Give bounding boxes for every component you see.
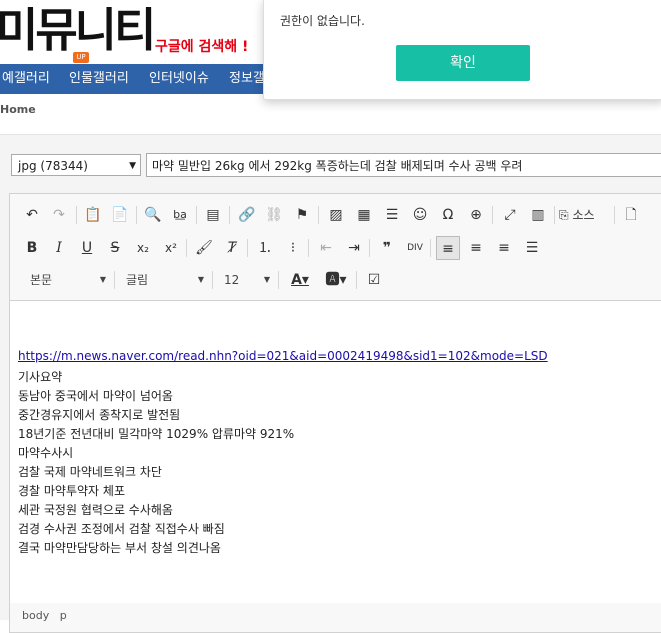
globe-icon[interactable]: ⊕ [464,203,488,227]
bg-color-icon[interactable]: 🅰▾ [320,268,352,292]
chevron-down-icon: ▼ [99,275,106,284]
source-label: 소스 [572,208,595,222]
site-slogan: 구글에 검색해 ! [155,39,249,55]
blockquote-icon[interactable]: ❞ [375,236,399,260]
alert-dialog: 권한이 없습니다. 확인 [263,0,661,100]
content-line: 기사요약 [18,370,63,384]
paste-text-icon[interactable]: 📄 [108,203,132,227]
indent-icon[interactable]: ⇥ [342,236,366,260]
chevron-down-icon: ▼ [129,161,136,171]
nav-item-internet-issue[interactable]: 인터넷이슈 [149,64,209,94]
find-icon[interactable]: 🔍 [141,203,165,227]
toolbar-separator [492,206,493,224]
toolbar-separator [136,206,137,224]
align-center-icon[interactable]: ≡ [464,236,488,260]
element-path-body[interactable]: body [22,609,49,622]
font-combo[interactable]: 글림 ▼ [120,268,206,292]
content-line: 중간경유지에서 종착지로 발전됨 [18,408,181,422]
title-input[interactable]: 마약 밀반입 26kg 에서 292kg 폭증하는데 검찰 배제되며 수사 공백… [146,153,661,177]
nav-item-info-gallery[interactable]: 정보갤 [229,64,265,94]
superscript-icon[interactable]: x² [159,236,183,260]
content-line: 동남아 중국에서 마약이 넘어옴 [18,389,173,403]
numbered-list-icon[interactable]: ⒈ [253,236,277,260]
outdent-icon[interactable]: ⇤ [314,236,338,260]
breadcrumb[interactable]: Home [0,103,36,116]
type-select[interactable]: jpg (78344) ▼ [11,154,141,176]
show-blocks-icon[interactable]: ▥ [526,203,550,227]
div-icon[interactable]: DIV [403,236,427,260]
replace-icon[interactable]: b͟a [168,203,192,227]
editor-content[interactable]: https://m.news.naver.com/read.nhn?oid=02… [10,300,661,603]
font-combo-value: 글림 [126,273,149,287]
toolbar-separator [247,239,248,257]
copy-format-icon[interactable]: 🖌 [192,236,216,260]
toolbar-separator [212,271,213,289]
size-combo-value: 12 [224,273,240,287]
bulleted-list-icon[interactable]: ⁝ [281,236,305,260]
chevron-down-icon: ▼ [263,275,270,284]
source-button[interactable]: ⎘ 소스 [559,203,609,227]
element-path: body p [22,609,67,622]
toolbar-separator [614,206,615,224]
table-icon[interactable]: ▦ [352,203,376,227]
strike-icon[interactable]: S [103,236,127,260]
nav-item-gallery[interactable]: 예갤러리 [2,64,50,94]
remove-format-icon[interactable]: T̷ [220,236,244,260]
source-icon: ⎘ [559,208,569,222]
content-line: 경찰 마약투약자 체포 [18,484,125,498]
italic-icon[interactable]: I [47,236,71,260]
article-link[interactable]: https://m.news.naver.com/read.nhn?oid=02… [18,349,548,363]
bold-icon[interactable]: B [20,236,44,260]
link-icon[interactable]: 🔗 [235,203,259,227]
justify-icon[interactable]: ☰ [520,236,544,260]
size-combo[interactable]: 12 ▼ [218,268,272,292]
format-combo[interactable]: 본문 ▼ [22,268,108,292]
undo-icon[interactable]: ↶ [20,203,44,227]
toolbar-separator [196,206,197,224]
nav-item-people-gallery[interactable]: 인물갤러리 [69,64,129,94]
up-badge: UP [73,52,89,63]
image-icon[interactable]: ▨ [324,203,348,227]
new-page-icon[interactable]: 🗋 [619,203,643,227]
content-line: 결국 마약만담당하는 부서 창설 의견나옴 [18,541,221,555]
dialog-message: 권한이 없습니다. [280,14,365,28]
maximize-icon[interactable]: ⤢ [498,203,522,227]
hr-icon[interactable]: ☰ [380,203,404,227]
toolbar-separator [356,271,357,289]
toolbar-separator [318,206,319,224]
content-line: 검경 수사권 조정에서 검찰 직접수사 빠짐 [18,522,225,536]
text-color-icon[interactable]: A▾ [284,268,316,292]
align-right-icon[interactable]: ≡ [492,236,516,260]
smiley-icon[interactable]: ☺ [408,203,432,227]
paste-icon[interactable]: 📋 [81,203,105,227]
align-left-icon[interactable]: ≡ [436,236,460,260]
special-char-icon[interactable]: Ω [436,203,460,227]
underline-icon[interactable]: U [75,236,99,260]
toolbar-separator [278,271,279,289]
toolbar-separator [369,239,370,257]
dialog-ok-button[interactable]: 확인 [396,45,530,81]
format-combo-value: 본문 [30,273,53,287]
chevron-down-icon: ▼ [197,275,204,284]
content-line: 마약수사시 [18,446,74,460]
toolbar-separator [554,206,555,224]
element-path-p[interactable]: p [60,609,67,622]
template-icon[interactable]: ▤ [201,203,225,227]
anchor-icon[interactable]: ⚑ [290,203,314,227]
content-line: 18년기준 전년대비 밀각마약 1029% 압류마약 921% [18,427,295,441]
toolbar-separator [186,239,187,257]
unlink-icon[interactable]: ⛓ [262,203,286,227]
toolbar-separator [308,239,309,257]
redo-icon[interactable]: ↷ [47,203,71,227]
type-select-value: jpg (78344) [18,159,88,173]
checkbox-icon[interactable]: ☑ [362,268,386,292]
content-line: 세관 국정원 협력으로 수사해옴 [18,503,173,517]
toolbar-separator [76,206,77,224]
subscript-icon[interactable]: x₂ [131,236,155,260]
content-line: 검찰 국제 마약네트워크 차단 [18,465,162,479]
toolbar-separator [114,271,115,289]
toolbar-separator [229,206,230,224]
toolbar-separator [430,239,431,257]
